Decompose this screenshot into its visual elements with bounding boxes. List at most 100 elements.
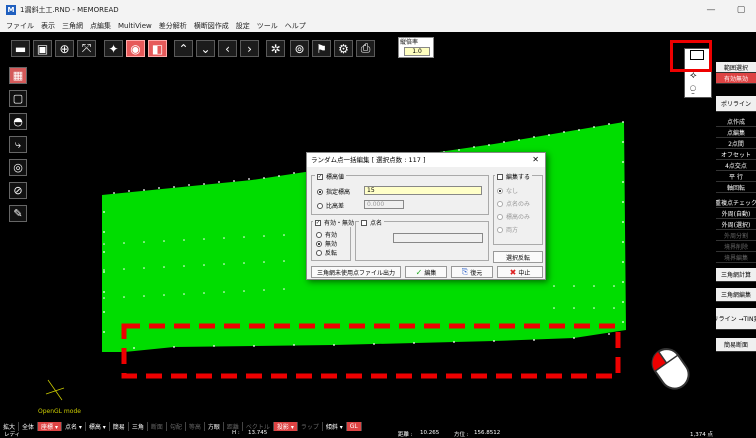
maximize-button[interactable]: ▢: [726, 0, 756, 20]
lasso-select-icon[interactable]: ⍜: [690, 84, 696, 95]
wrap-button[interactable]: ラップ: [298, 422, 323, 431]
minimize-button[interactable]: —: [696, 0, 726, 20]
slope-button[interactable]: 勾配: [167, 422, 186, 431]
print-icon[interactable]: ⎙: [356, 40, 375, 57]
edit-group-header: 編集する: [495, 172, 533, 181]
edit-both-radio[interactable]: [497, 226, 503, 233]
grid-button[interactable]: 方眼: [205, 422, 224, 431]
save-icon[interactable]: ▣: [33, 40, 52, 57]
eye-off-icon[interactable]: ⊘: [9, 182, 27, 199]
name-checkbox[interactable]: [361, 219, 367, 226]
rect-select-icon[interactable]: [690, 50, 704, 60]
range-select-button[interactable]: 範囲選択: [716, 62, 756, 73]
perimeter-auto-button[interactable]: 外周(自動): [716, 208, 756, 219]
valid-invalid-button[interactable]: 有効無効: [716, 73, 756, 84]
offset-button[interactable]: オフセット: [716, 149, 756, 160]
menu-point-edit[interactable]: 点編集: [90, 21, 111, 31]
incline-button[interactable]: 傾斜 ▾: [323, 422, 347, 431]
distance-value: 10.265: [420, 430, 440, 436]
scale-input[interactable]: 1.0: [404, 47, 430, 56]
triangle-button[interactable]: 三角: [129, 422, 148, 431]
polyline-tin-button[interactable]: ポリライン →TIN変換: [716, 308, 756, 330]
open-folder-icon[interactable]: ▬: [11, 40, 30, 57]
polyline-button[interactable]: ポリライン: [716, 96, 756, 112]
invert-radio[interactable]: [316, 249, 322, 256]
four-point-intersection-button[interactable]: 4点交点: [716, 160, 756, 171]
relative-height-radio[interactable]: [317, 202, 323, 209]
simple-section-button[interactable]: 簡易断面: [716, 338, 756, 352]
boundary-edit-button[interactable]: 境界編集: [716, 252, 756, 263]
menu-multiview[interactable]: MultiView: [118, 22, 152, 30]
arrow-down-icon[interactable]: ⌄: [196, 40, 215, 57]
invalid-radio[interactable]: [316, 240, 322, 247]
menu-view[interactable]: 表示: [41, 21, 55, 31]
restore-button[interactable]: ⎘ 復元: [451, 266, 493, 278]
triangle-output-button[interactable]: 三角網未使用点ファイル出力: [311, 266, 401, 278]
cancel-button[interactable]: ✖ 中止: [497, 266, 543, 278]
status-toolbar: 拡大 全体 座標 ▾ 点名 ▾ 標高 ▾ 簡易 三角 断面 勾配 等高 方眼 距…: [0, 422, 756, 431]
arrow-left-icon[interactable]: ‹: [218, 40, 237, 57]
half-circle-icon[interactable]: ◓: [9, 113, 27, 130]
specify-elevation-radio[interactable]: [317, 188, 323, 195]
edit-name-only-radio[interactable]: [497, 200, 503, 207]
axis-rotate-button[interactable]: 軸回転: [716, 182, 756, 193]
parallel-button[interactable]: 平 行: [716, 171, 756, 182]
menu-help[interactable]: ヘルプ: [285, 21, 306, 31]
simple-button[interactable]: 簡易: [110, 422, 129, 431]
perimeter-split-button[interactable]: 外周分割: [716, 230, 756, 241]
all-button[interactable]: 全体: [19, 422, 39, 431]
rotate-view-icon[interactable]: ◉: [126, 40, 145, 57]
reset-view-icon[interactable]: ✲: [266, 40, 285, 57]
close-icon[interactable]: ✕: [532, 153, 539, 167]
projection-button[interactable]: 投影 ▾: [273, 422, 298, 431]
duplicate-check-button[interactable]: 重複点チェック: [716, 197, 756, 208]
perimeter-select-button[interactable]: 外周(選択): [716, 219, 756, 230]
boundary-delete-button[interactable]: 境界削除: [716, 241, 756, 252]
route-icon[interactable]: ⤷: [9, 136, 27, 153]
target-icon[interactable]: ⊚: [290, 40, 309, 57]
menu-cross-section[interactable]: 横断図作成: [194, 21, 229, 31]
relative-height-input[interactable]: 0.000: [364, 200, 404, 209]
point-create-button[interactable]: 点作成: [716, 116, 756, 127]
select-invert-button[interactable]: 選択反転: [493, 251, 543, 263]
section-button[interactable]: 断面: [148, 422, 167, 431]
menu-bar: ファイル 表示 三角網 点編集 MultiView 差分解析 横断図作成 設定 …: [0, 20, 756, 32]
menu-tools[interactable]: ツール: [257, 21, 278, 31]
point-edit-button[interactable]: 点編集: [716, 127, 756, 138]
gear-icon[interactable]: ⚙: [334, 40, 353, 57]
pin-icon[interactable]: ✦: [104, 40, 123, 57]
menu-diff[interactable]: 差分解析: [159, 21, 187, 31]
arrow-up-icon[interactable]: ⌃: [174, 40, 193, 57]
edit-none-radio[interactable]: [497, 187, 503, 194]
triangle-edit-button[interactable]: 三角網編集: [716, 288, 756, 302]
triangle-calc-button[interactable]: 三角網計算: [716, 268, 756, 282]
valid-checkbox[interactable]: ✓: [315, 219, 321, 226]
polygon-select-icon[interactable]: ⟡: [690, 70, 697, 81]
specify-elevation-input[interactable]: 15: [364, 186, 482, 195]
edit-icon[interactable]: ✎: [9, 205, 27, 222]
edit-checkbox[interactable]: [497, 173, 503, 180]
gl-button[interactable]: GL: [346, 422, 362, 431]
eye-icon[interactable]: ◎: [9, 159, 27, 176]
contour-button[interactable]: 等高: [186, 422, 205, 431]
edit-both-label: 両方: [506, 227, 519, 234]
name-input[interactable]: [393, 233, 483, 243]
menu-triangle[interactable]: 三角網: [62, 21, 83, 31]
grid-icon[interactable]: ▦: [9, 67, 27, 84]
fit-all-icon[interactable]: ⤧: [77, 40, 96, 57]
frame-icon[interactable]: ▢: [9, 90, 27, 107]
two-points-button[interactable]: 2点間: [716, 138, 756, 149]
edit-elev-only-radio[interactable]: [497, 213, 503, 220]
edit-button[interactable]: ✓ 編集: [405, 266, 447, 278]
elevation-checkbox[interactable]: ✓: [317, 173, 323, 180]
menu-settings[interactable]: 設定: [236, 21, 250, 31]
valid-radio[interactable]: [316, 231, 322, 238]
arrow-right-icon[interactable]: ›: [240, 40, 259, 57]
3d-view-icon[interactable]: ◧: [148, 40, 167, 57]
flag-icon[interactable]: ⚑: [312, 40, 331, 57]
coord-button[interactable]: 座標 ▾: [38, 422, 62, 431]
menu-file[interactable]: ファイル: [6, 21, 34, 31]
zoom-icon[interactable]: ⊕: [55, 40, 74, 57]
elevation-button[interactable]: 標高 ▾: [86, 422, 110, 431]
point-name-button[interactable]: 点名 ▾: [62, 422, 86, 431]
